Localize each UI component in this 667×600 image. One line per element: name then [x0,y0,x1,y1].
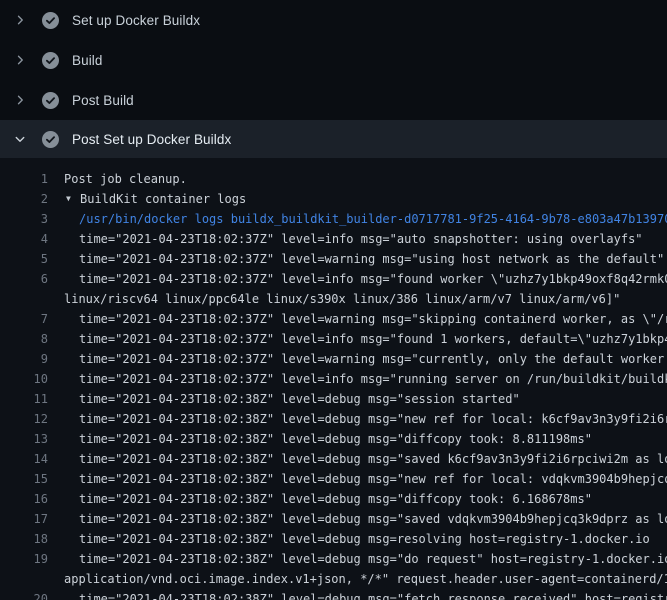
log-line-text: time="2021-04-23T18:02:38Z" level=debug … [79,469,667,489]
log-line: 17 time="2021-04-23T18:02:38Z" level=deb… [0,509,667,529]
log-line-text: time="2021-04-23T18:02:37Z" level=info m… [79,329,667,349]
step-header-post-set-up-docker-buildx[interactable]: Post Set up Docker Buildx [0,120,667,158]
log-line-number[interactable]: 15 [0,469,48,489]
log-line: 5 time="2021-04-23T18:02:37Z" level=warn… [0,249,667,269]
log-line-number[interactable]: 6 [0,269,48,289]
log-line-text: time="2021-04-23T18:02:38Z" level=debug … [79,489,592,509]
steps-list: Set up Docker Buildx Build P [0,0,667,158]
log-line-text: time="2021-04-23T18:02:38Z" level=debug … [79,509,667,529]
log-line-number[interactable]: 9 [0,349,48,369]
log-line-text: /usr/bin/docker logs buildx_buildkit_bui… [79,209,667,229]
step-header-build[interactable]: Build [0,40,667,80]
log-line-text: time="2021-04-23T18:02:37Z" level=warnin… [79,349,667,369]
log-line-number[interactable]: 8 [0,329,48,349]
log-line-text: linux/riscv64 linux/ppc64le linux/s390x … [64,289,620,309]
log-line: 4 time="2021-04-23T18:02:37Z" level=info… [0,229,667,249]
log-line-number[interactable]: 10 [0,369,48,389]
chevron-right-icon[interactable] [12,92,28,108]
log-line-text: BuildKit container logs [80,189,246,209]
log-line-text: time="2021-04-23T18:02:38Z" level=debug … [79,529,650,549]
log-line: 9 time="2021-04-23T18:02:37Z" level=warn… [0,349,667,369]
log-line-number[interactable] [0,289,48,309]
log-line-number[interactable]: 7 [0,309,48,329]
log-line-text: Post job cleanup. [64,169,187,189]
log-line-text: time="2021-04-23T18:02:38Z" level=debug … [79,429,592,449]
log-line-number[interactable]: 20 [0,589,48,600]
log-line-text: time="2021-04-23T18:02:38Z" level=debug … [79,389,520,409]
log-line-number[interactable]: 1 [0,169,48,189]
log-line: 11 time="2021-04-23T18:02:38Z" level=deb… [0,389,667,409]
log-line: 19 time="2021-04-23T18:02:38Z" level=deb… [0,549,667,569]
log-line: 13 time="2021-04-23T18:02:38Z" level=deb… [0,429,667,449]
log-line: 12 time="2021-04-23T18:02:38Z" level=deb… [0,409,667,429]
step-label: Build [72,53,103,68]
log-line-text: time="2021-04-23T18:02:38Z" level=debug … [79,409,667,429]
log-line: application/vnd.oci.image.index.v1+json,… [0,569,667,589]
log-line: 15 time="2021-04-23T18:02:38Z" level=deb… [0,469,667,489]
check-circle-icon [42,52,59,69]
log-line: 10 time="2021-04-23T18:02:37Z" level=inf… [0,369,667,389]
chevron-right-icon[interactable] [12,52,28,68]
log-line: 8 time="2021-04-23T18:02:37Z" level=info… [0,329,667,349]
log-line-text: time="2021-04-23T18:02:37Z" level=info m… [79,269,667,289]
log-line-text: time="2021-04-23T18:02:38Z" level=debug … [79,449,667,469]
step-header-post-build[interactable]: Post Build [0,80,667,120]
log-line-number[interactable]: 18 [0,529,48,549]
log-line: 14 time="2021-04-23T18:02:38Z" level=deb… [0,449,667,469]
log-line-number[interactable]: 14 [0,449,48,469]
log-line-number[interactable]: 13 [0,429,48,449]
log-line: 20 time="2021-04-23T18:02:38Z" level=deb… [0,589,667,600]
step-header-set-up-docker-buildx[interactable]: Set up Docker Buildx [0,0,667,40]
log-line: 16 time="2021-04-23T18:02:38Z" level=deb… [0,489,667,509]
log-line-text: time="2021-04-23T18:02:38Z" level=debug … [79,549,667,569]
log-line-number[interactable]: 4 [0,229,48,249]
log-line-number[interactable]: 19 [0,549,48,569]
log-line: 1 Post job cleanup. [0,169,667,189]
log-line: 18 time="2021-04-23T18:02:38Z" level=deb… [0,529,667,549]
log-line-number[interactable] [0,569,48,589]
group-collapse-triangle-icon[interactable]: ▼ [66,189,80,209]
log-line: linux/riscv64 linux/ppc64le linux/s390x … [0,289,667,309]
log-viewer: 1 Post job cleanup. 2 ▼BuildKit containe… [0,158,667,600]
log-line-number[interactable]: 16 [0,489,48,509]
chevron-down-icon[interactable] [12,131,28,147]
log-line-text: time="2021-04-23T18:02:38Z" level=debug … [79,589,667,600]
log-line-text: time="2021-04-23T18:02:37Z" level=info m… [79,369,667,389]
step-label: Post Build [72,93,134,108]
log-line-number[interactable]: 3 [0,209,48,229]
log-line-text: time="2021-04-23T18:02:37Z" level=warnin… [79,309,667,329]
log-line-number[interactable]: 11 [0,389,48,409]
log-command-line: 3 /usr/bin/docker logs buildx_buildkit_b… [0,209,667,229]
log-line-text: time="2021-04-23T18:02:37Z" level=warnin… [79,249,664,269]
chevron-right-icon[interactable] [12,12,28,28]
check-circle-icon [42,12,59,29]
check-circle-icon [42,131,59,148]
log-line-number[interactable]: 12 [0,409,48,429]
step-label: Set up Docker Buildx [72,13,200,28]
step-label: Post Set up Docker Buildx [72,132,231,147]
check-circle-icon [42,92,59,109]
log-line-number[interactable]: 5 [0,249,48,269]
log-group-header: 2 ▼BuildKit container logs [0,189,667,209]
log-line-text: time="2021-04-23T18:02:37Z" level=info m… [79,229,643,249]
log-line: 7 time="2021-04-23T18:02:37Z" level=warn… [0,309,667,329]
log-line-number[interactable]: 2 [0,189,48,209]
log-line-text: application/vnd.oci.image.index.v1+json,… [64,569,667,589]
log-line-number[interactable]: 17 [0,509,48,529]
log-line: 6 time="2021-04-23T18:02:37Z" level=info… [0,269,667,289]
